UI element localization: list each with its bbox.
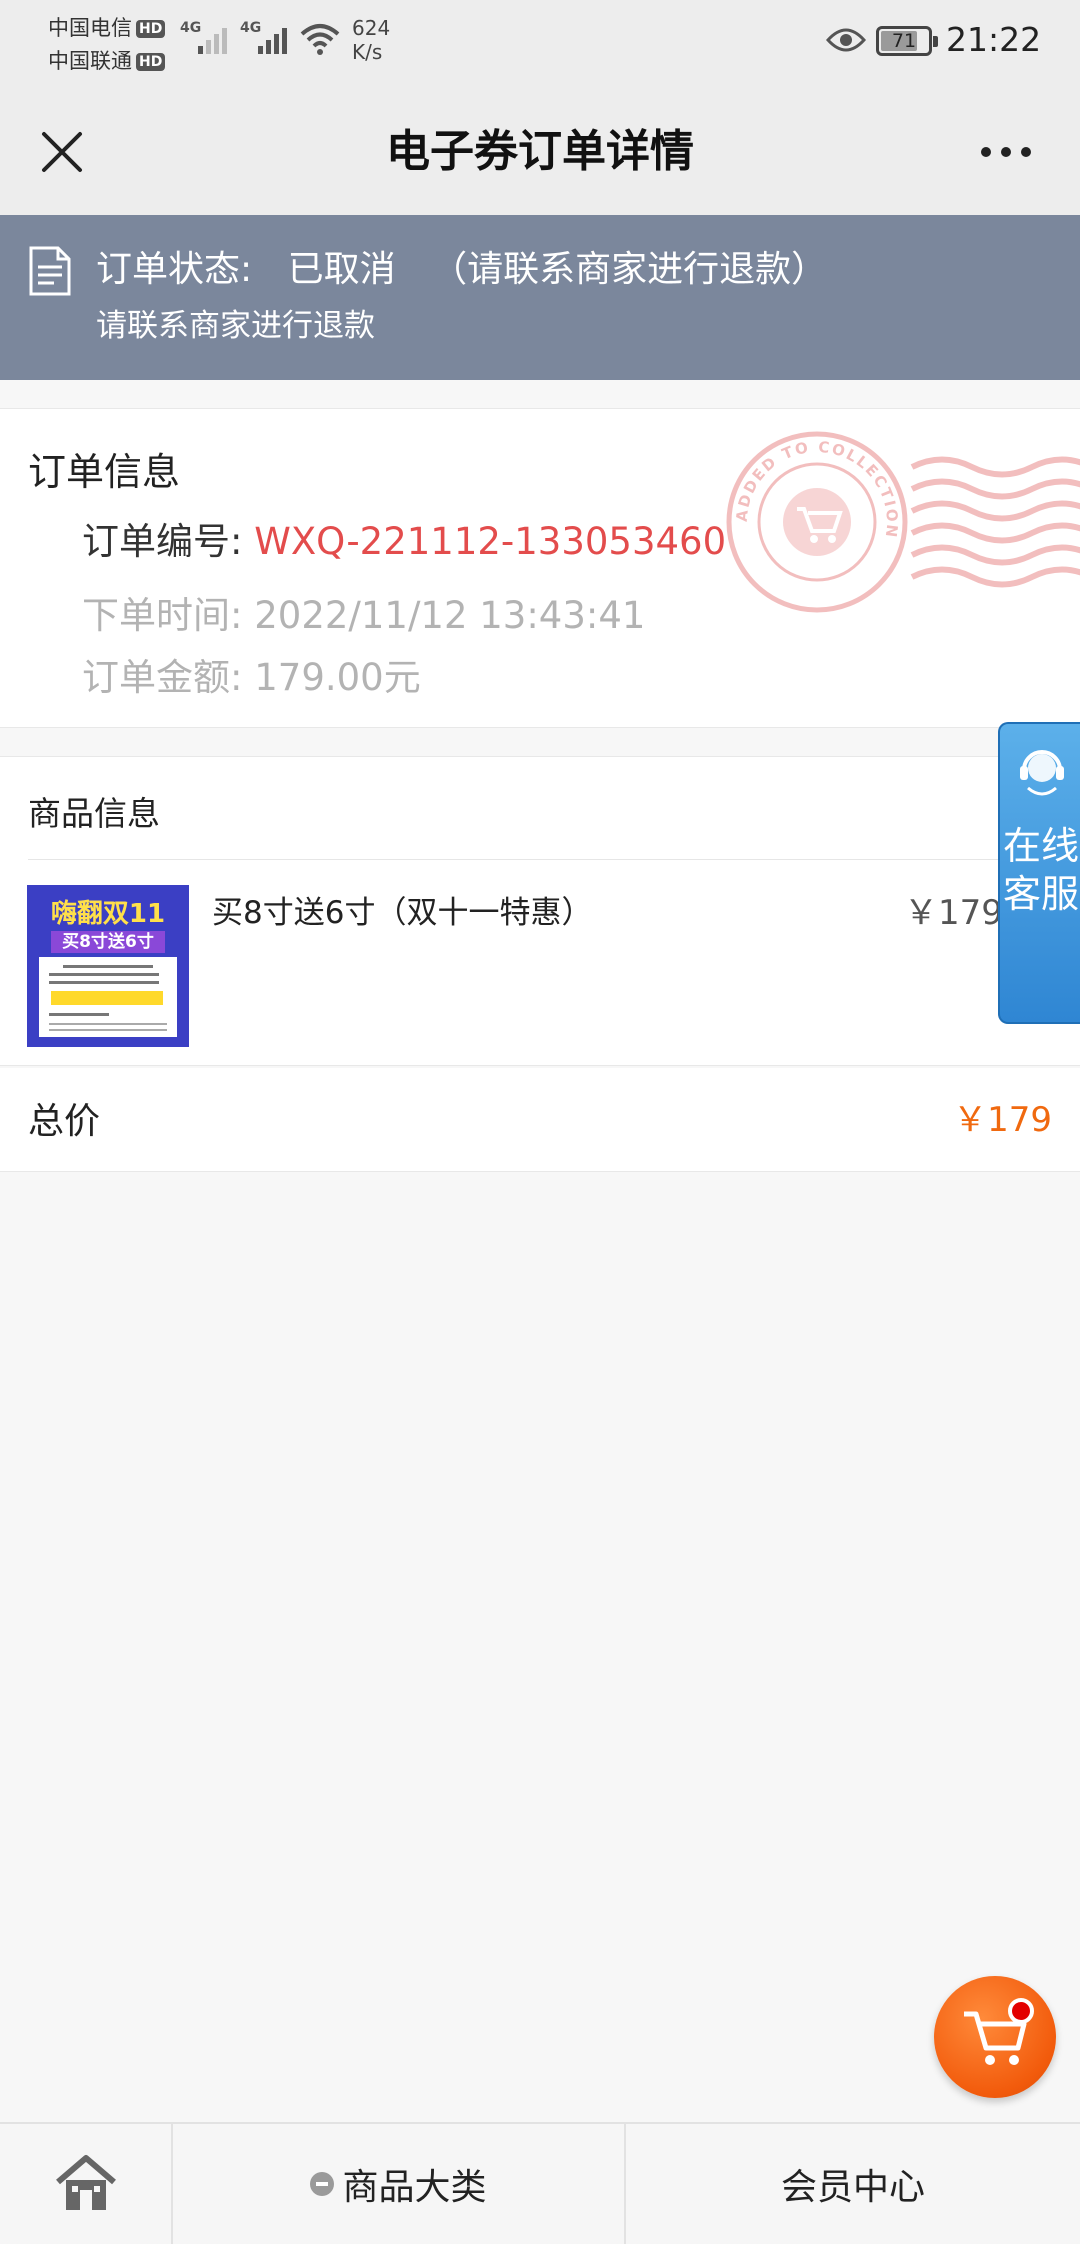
- order-amount: 订单金额: 179.00元: [82, 647, 421, 701]
- product-info-heading: 商品信息: [28, 794, 160, 833]
- online-service-button[interactable]: 在线客服: [998, 722, 1080, 1024]
- order-amount-value: 179.00元: [254, 656, 421, 699]
- nav-member-center-button[interactable]: 会员中心: [626, 2124, 1080, 2244]
- eye-icon: [825, 26, 867, 58]
- battery-level: 71: [891, 30, 917, 52]
- speed-unit: K/s: [352, 40, 383, 64]
- order-number-value[interactable]: WXQ-221112-133053460: [254, 520, 726, 563]
- thumb-panel: [39, 957, 177, 1037]
- minus-circle-icon: [310, 2172, 335, 2196]
- wifi-icon: [300, 22, 340, 60]
- product-name[interactable]: 买8寸送6寸（双十一特惠）: [212, 885, 592, 941]
- total-row: 总价 ￥179: [0, 1068, 1080, 1172]
- nav-member-label: 会员中心: [780, 2167, 925, 2208]
- battery-icon: 71: [876, 26, 938, 56]
- order-number-label: 订单编号:: [82, 520, 243, 563]
- hd-badge: HD: [136, 19, 166, 38]
- more-dot-icon: [981, 147, 991, 157]
- product-price: ￥179: [904, 893, 1003, 933]
- order-time: 下单时间: 2022/11/12 13:43:41: [82, 585, 645, 639]
- nav-home-button[interactable]: [0, 2124, 173, 2244]
- order-status-line: 订单状态: 已取消 （请联系商家进行退款）: [96, 245, 851, 295]
- thumb-title: 嗨翻双11: [50, 899, 166, 929]
- more-options-button[interactable]: [966, 120, 1046, 184]
- total-label: 总价: [28, 1101, 101, 1142]
- order-info-card: 订单信息 订单编号: WXQ-221112-133053460 下单时间: 20…: [0, 408, 1080, 728]
- carrier-info: 中国电信 HD 中国联通 HD: [48, 12, 166, 78]
- order-status-value: 已取消: [287, 249, 396, 290]
- carrier-1: 中国电信: [48, 16, 132, 40]
- product-thumbnail[interactable]: 嗨翻双11 买8寸送6寸: [27, 885, 189, 1047]
- product-info-card: 商品信息 嗨翻双11 买8寸送6寸 买8寸送6寸（双十一特惠） ￥179: [0, 756, 1080, 1066]
- document-icon: [28, 245, 72, 301]
- headset-icon: [1018, 742, 1066, 806]
- order-info-heading: 订单信息: [28, 450, 181, 494]
- thumb-subtitle: 买8寸送6寸: [51, 931, 165, 953]
- total-value: ￥179: [953, 1100, 1052, 1140]
- order-number: 订单编号: WXQ-221112-133053460: [82, 511, 726, 565]
- home-icon: [55, 2155, 116, 2210]
- cart-notification-badge: [1008, 1998, 1034, 2024]
- clock: 21:22: [946, 20, 1042, 59]
- order-status-subtext: 请联系商家进行退款: [96, 308, 375, 344]
- more-dot-icon: [1021, 147, 1031, 157]
- page-title: 电子券订单详情: [386, 126, 694, 177]
- online-service-label: 在线客服: [1002, 824, 1079, 916]
- order-amount-label: 订单金额:: [82, 656, 243, 699]
- status-bar: 中国电信 HD 中国联通 HD 4G 4G 624 K/s 71 21:22: [0, 0, 1080, 90]
- order-time-value: 2022/11/12 13:43:41: [254, 594, 646, 637]
- divider: [28, 859, 1080, 860]
- collection-stamp-icon: ADDED TO COLLECTION: [722, 427, 1080, 621]
- cart-button[interactable]: [934, 1976, 1056, 2098]
- speed-value: 624: [352, 16, 391, 40]
- network-speed: 624 K/s: [352, 16, 390, 64]
- order-status-note: （请联系商家进行退款）: [431, 249, 828, 290]
- carrier-2: 中国联通: [48, 49, 132, 73]
- more-dot-icon: [1001, 147, 1011, 157]
- signal-icon: [198, 24, 227, 54]
- order-time-label: 下单时间:: [82, 594, 243, 637]
- order-status-label: 订单状态:: [96, 249, 253, 290]
- signal-icon: [258, 24, 287, 54]
- bottom-navigation: 商品大类 会员中心: [0, 2122, 1080, 2244]
- nav-category-label: 商品大类: [342, 2167, 487, 2208]
- order-status-banner: 订单状态: 已取消 （请联系商家进行退款） 请联系商家进行退款: [0, 215, 1080, 380]
- hd-badge: HD: [136, 52, 166, 71]
- title-bar: 电子券订单详情: [0, 90, 1080, 215]
- nav-category-button[interactable]: 商品大类: [173, 2124, 626, 2244]
